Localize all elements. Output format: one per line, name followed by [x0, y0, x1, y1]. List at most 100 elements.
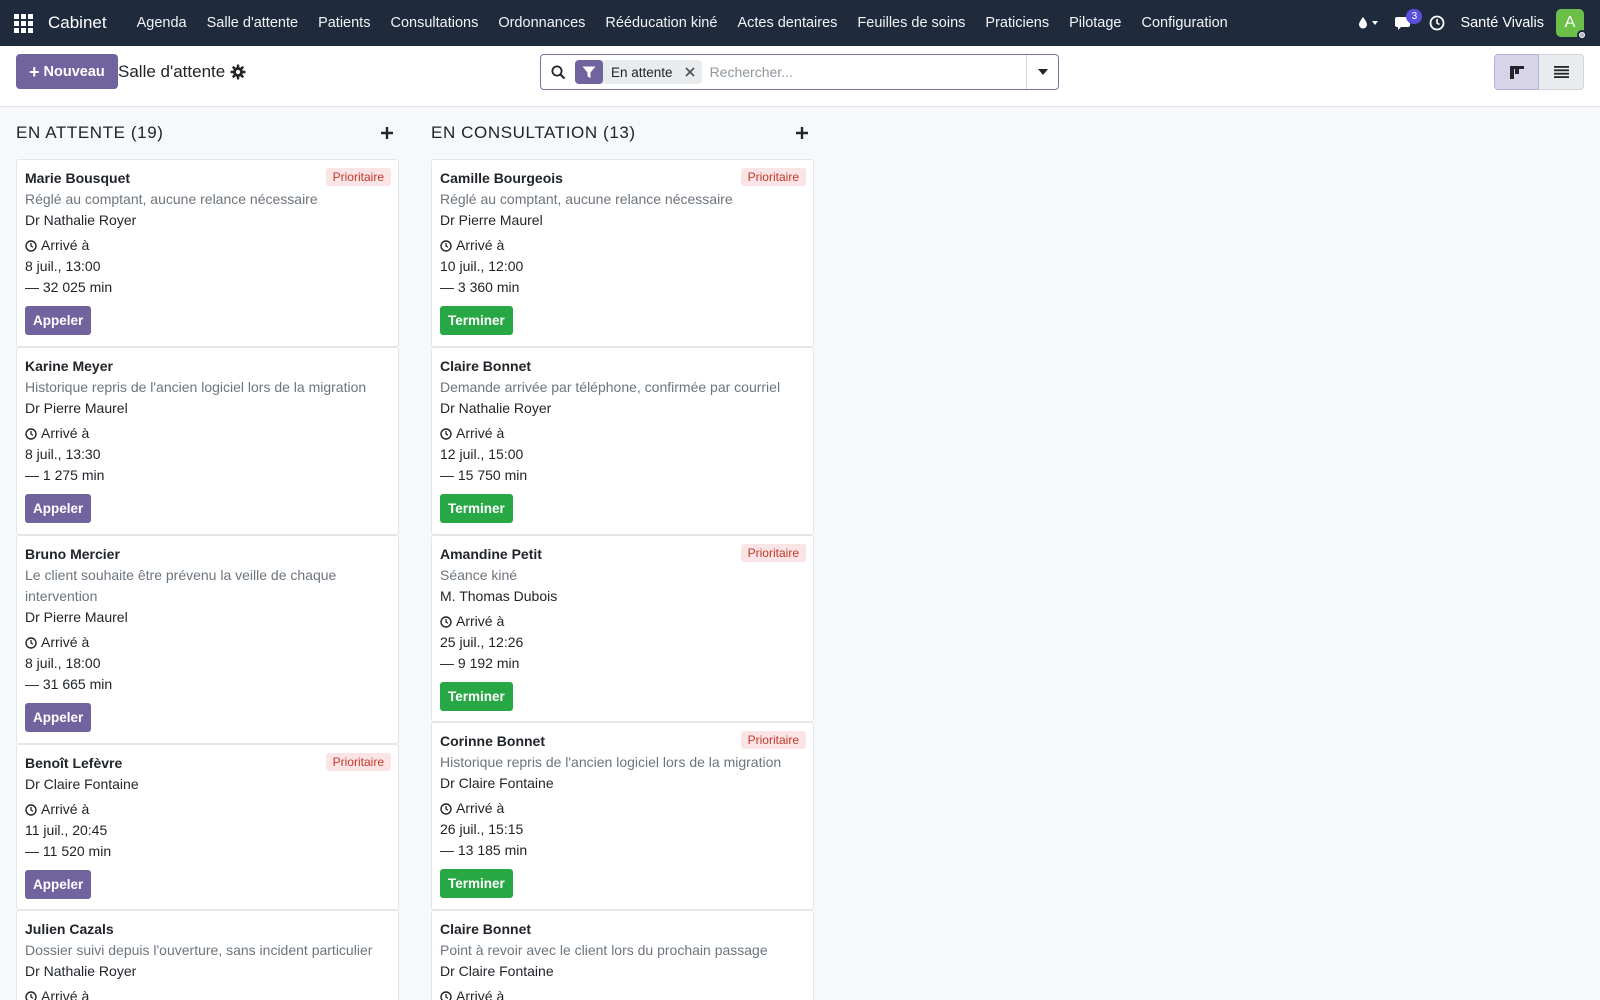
chat-badge: 3 [1406, 9, 1423, 24]
arrival-time: 8 juil., 18:00 [25, 655, 101, 671]
search-bar: En attente [540, 54, 1059, 90]
call-button[interactable]: Appeler [25, 306, 92, 335]
gear-icon[interactable] [230, 64, 246, 80]
arrival-time: 26 juil., 15:15 [440, 821, 524, 837]
new-button[interactable]: + Nouveau [16, 54, 118, 89]
kanban-column-waiting: EN ATTENTE (19) Marie Bousquet Prioritai… [16, 107, 399, 1000]
column-header: EN CONSULTATION (13) [431, 107, 814, 159]
practitioner-name: Dr Nathalie Royer [25, 963, 137, 979]
kanban-card[interactable]: Karine Meyer Historique repris de l'anci… [16, 347, 399, 535]
kanban-column-consultation: EN CONSULTATION (13) Camille Bourgeois P… [431, 107, 814, 1000]
finish-button[interactable]: Terminer [440, 682, 513, 711]
arrival-time: 8 juil., 13:30 [25, 446, 101, 462]
search-facet: En attente [575, 60, 702, 84]
chat-icon[interactable]: 3 [1386, 0, 1423, 46]
arrival-time: 11 juil., 20:45 [25, 822, 108, 838]
kanban-card[interactable]: Claire Bonnet Demande arrivée par téléph… [431, 347, 814, 535]
clock-icon [440, 427, 452, 440]
menu-item-reeducation-kine[interactable]: Rééducation kiné [595, 0, 727, 46]
wait-duration: — 1 275 min [25, 467, 105, 483]
wait-duration: — 15 750 min [440, 467, 528, 483]
column-add-button[interactable] [792, 123, 812, 143]
finish-button[interactable]: Terminer [440, 306, 513, 335]
arrival-label: Arrivé à [456, 800, 505, 816]
finish-button[interactable]: Terminer [440, 494, 513, 523]
priority-badge: Prioritaire [740, 168, 806, 186]
menu-item-pilotage[interactable]: Pilotage [1059, 0, 1131, 46]
search-input[interactable] [707, 57, 1026, 87]
card-note: Demande arrivée par téléphone, confirmée… [440, 379, 781, 395]
menu-item-configuration[interactable]: Configuration [1131, 0, 1237, 46]
arrival-label: Arrivé à [456, 988, 505, 1000]
practitioner-name: Dr Nathalie Royer [25, 212, 137, 228]
new-button-label: Nouveau [43, 63, 105, 80]
arrival-time: 8 juil., 13:00 [25, 258, 101, 274]
list-view-button[interactable] [1539, 54, 1584, 90]
menu-item-ordonnances[interactable]: Ordonnances [488, 0, 595, 46]
facet-label: En attente [611, 64, 673, 80]
user-avatar[interactable]: A [1556, 9, 1587, 40]
kanban-card[interactable]: Camille Bourgeois Prioritaire Réglé au c… [431, 159, 814, 347]
kanban-card[interactable]: Amandine Petit Prioritaire Séance kiné M… [431, 535, 814, 722]
chevron-down-icon [1037, 69, 1048, 75]
clock-icon [440, 990, 452, 1000]
wait-duration: — 9 192 min [440, 655, 520, 671]
clock-icon[interactable] [1422, 0, 1452, 46]
arrival-label-row: Arrivé à [25, 986, 391, 1000]
menu-item-consultations[interactable]: Consultations [380, 0, 488, 46]
drop-icon[interactable] [1350, 0, 1386, 46]
close-icon[interactable] [680, 60, 700, 84]
kanban-card[interactable]: Marie Bousquet Prioritaire Réglé au comp… [16, 159, 399, 347]
avatar-letter: A [1564, 14, 1576, 31]
call-button[interactable]: Appeler [25, 494, 92, 523]
patient-name: Bruno Mercier [25, 546, 120, 562]
column-title: EN CONSULTATION (13) [431, 123, 636, 142]
menu-item-salle-attente[interactable]: Salle d'attente [197, 0, 308, 46]
card-note: Réglé au comptant, aucune relance nécess… [440, 191, 733, 207]
card-note: Réglé au comptant, aucune relance nécess… [25, 191, 318, 207]
menu-item-patients[interactable]: Patients [308, 0, 380, 46]
menu-item-agenda[interactable]: Agenda [127, 0, 197, 46]
menu-item-praticiens[interactable]: Praticiens [975, 0, 1059, 46]
kanban-card[interactable]: Bruno Mercier Le client souhaite être pr… [16, 535, 399, 744]
menu-item-feuilles-de-soins[interactable]: Feuilles de soins [847, 0, 975, 46]
call-button[interactable]: Appeler [25, 703, 92, 732]
finish-button[interactable]: Terminer [440, 869, 513, 898]
kanban-card[interactable]: Claire Bonnet Point à revoir avec le cli… [431, 910, 814, 1000]
patient-name: Julien Cazals [25, 921, 114, 937]
patient-name: Karine Meyer [25, 358, 113, 374]
arrival-label: Arrivé à [41, 634, 90, 650]
wait-duration: — 31 665 min [25, 676, 113, 692]
call-button[interactable]: Appeler [25, 870, 92, 899]
arrival-label-row: Arrivé à [25, 632, 391, 653]
kanban-card[interactable]: Benoît Lefèvre Prioritaire Dr Claire Fon… [16, 744, 399, 910]
navbar-systray: 3 Santé Vivalis A [1350, 0, 1600, 46]
clock-icon [25, 990, 37, 1000]
kanban-card[interactable]: Corinne Bonnet Prioritaire Historique re… [431, 722, 814, 910]
arrival-label: Arrivé à [456, 425, 505, 441]
page-title: Salle d'attente [118, 62, 226, 81]
app-brand[interactable]: Cabinet [48, 13, 107, 33]
priority-badge: Prioritaire [740, 544, 806, 562]
menu-item-actes-dentaires[interactable]: Actes dentaires [727, 0, 847, 46]
kanban-card[interactable]: Julien Cazals Dossier suivi depuis l'ouv… [16, 910, 399, 1000]
clock-icon [25, 427, 37, 440]
patient-name: Claire Bonnet [440, 358, 532, 374]
apps-grid-icon[interactable] [0, 0, 46, 46]
search-options-toggle[interactable] [1026, 55, 1058, 89]
practitioner-name: Dr Pierre Maurel [25, 400, 128, 416]
clock-icon [440, 615, 452, 628]
kanban-icon [1509, 65, 1524, 79]
card-note: Historique repris de l'ancien logiciel l… [25, 379, 367, 395]
card-note: Le client souhaite être prévenu la veill… [25, 567, 337, 604]
card-note: Dossier suivi depuis l'ouverture, sans i… [25, 942, 373, 958]
arrival-label: Arrivé à [41, 425, 90, 441]
search-icon[interactable] [541, 55, 575, 89]
practitioner-name: Dr Claire Fontaine [440, 963, 554, 979]
company-switcher[interactable]: Santé Vivalis [1460, 15, 1544, 31]
main-menu: Agenda Salle d'attente Patients Consulta… [127, 0, 1238, 46]
kanban-view-button[interactable] [1494, 54, 1539, 90]
column-add-button[interactable] [377, 123, 397, 143]
practitioner-name: Dr Pierre Maurel [440, 212, 543, 228]
plus-icon [381, 127, 393, 139]
